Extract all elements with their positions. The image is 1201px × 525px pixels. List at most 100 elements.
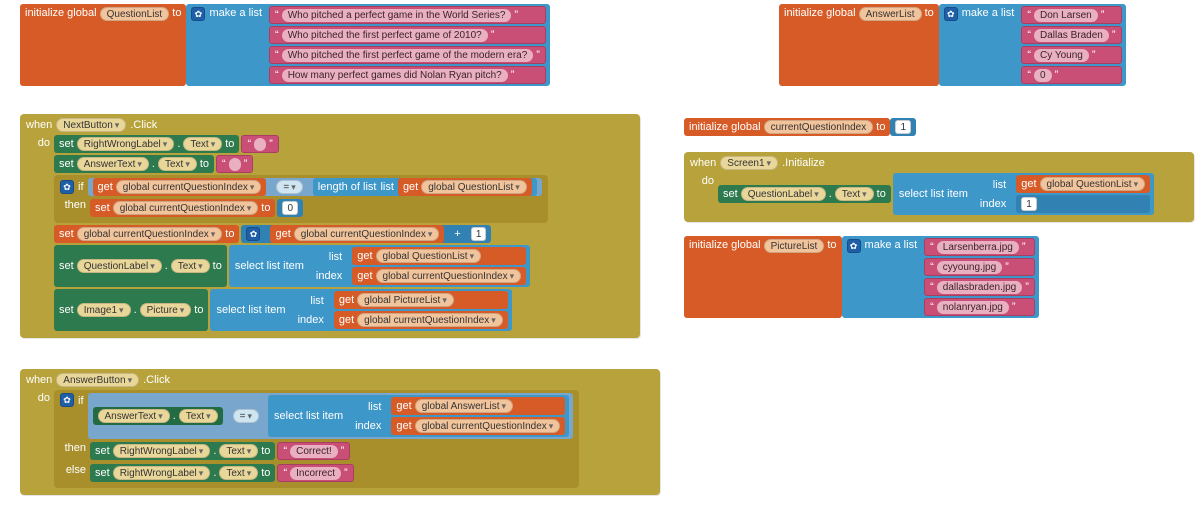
init-global-answerlist[interactable]: initialize global AnswerList to xyxy=(779,4,939,86)
get-global-picturelist[interactable]: get global PictureList xyxy=(334,291,508,309)
get-cqi[interactable]: get global currentQuestionIndex xyxy=(334,311,508,329)
component-questionlabel[interactable]: QuestionLabel xyxy=(77,259,162,273)
op-equals[interactable]: = xyxy=(233,409,259,423)
init-global-cqi[interactable]: initialize global currentQuestionIndex t… xyxy=(684,118,890,136)
init-global-questionlist[interactable]: initialize global QuestionList to xyxy=(20,4,186,86)
get-global-answerlist[interactable]: get global AnswerList xyxy=(391,397,565,415)
get-answertext-text[interactable]: AnswerText . Text xyxy=(93,407,223,425)
gear-icon[interactable] xyxy=(60,180,74,194)
if-else-block[interactable]: if AnswerText . Text = xyxy=(54,390,579,488)
set-answertext-text[interactable]: set AnswerText . Text to xyxy=(54,155,214,173)
var-ref[interactable]: global currentQuestionIndex xyxy=(294,227,440,241)
kw-to: to xyxy=(261,202,270,214)
list-item[interactable]: “Don Larsen” xyxy=(1021,6,1121,24)
set-image1-picture[interactable]: set Image1 . Picture to xyxy=(54,289,208,331)
number-block[interactable]: 0 xyxy=(277,199,303,217)
get-cqi[interactable]: get global currentQuestionIndex xyxy=(391,417,565,435)
var-ref[interactable]: global currentQuestionIndex xyxy=(116,180,262,194)
when-nextbutton-click[interactable]: when NextButton .Click do set RightWrong… xyxy=(20,114,640,338)
get-global-questionlist[interactable]: get global QuestionList xyxy=(352,247,526,265)
when-answerbutton-click[interactable]: when AnswerButton .Click do if AnswerTex… xyxy=(20,369,660,495)
set-questionlabel-text[interactable]: set QuestionLabel . Text to xyxy=(54,245,227,287)
prop-text[interactable]: Text xyxy=(835,187,874,201)
list-item[interactable]: “Dallas Braden” xyxy=(1021,26,1121,44)
list-item[interactable]: “nolanryan.jpg” xyxy=(924,298,1035,316)
var-ref[interactable]: global QuestionList xyxy=(376,249,482,263)
prop-text[interactable]: Text xyxy=(183,137,222,151)
text-literal-correct[interactable]: “Correct!” xyxy=(277,442,350,460)
select-list-item[interactable]: select list item list index get global Q… xyxy=(893,173,1154,215)
var-ref[interactable]: global currentQuestionIndex xyxy=(113,201,259,215)
component-answertext[interactable]: AnswerText xyxy=(98,409,170,423)
gear-icon[interactable] xyxy=(191,7,205,21)
set-rightwronglabel-text[interactable]: set RightWrongLabel . Text to xyxy=(90,464,275,482)
length-of-list[interactable]: length of list list get global QuestionL… xyxy=(313,178,537,196)
equals-block[interactable]: AnswerText . Text = select list item xyxy=(88,393,574,439)
make-a-list-block[interactable]: make a list xyxy=(842,236,923,318)
set-cqi[interactable]: set global currentQuestionIndex to xyxy=(90,199,275,217)
prop-text[interactable]: Text xyxy=(219,466,258,480)
component-nextbutton[interactable]: NextButton xyxy=(56,118,126,132)
list-item[interactable]: “Cy Young” xyxy=(1021,46,1121,64)
prop-text[interactable]: Text xyxy=(219,444,258,458)
list-item[interactable]: “Larsenberra.jpg” xyxy=(924,238,1035,256)
list-item[interactable]: “cyyoung.jpg” xyxy=(924,258,1035,276)
if-block[interactable]: if get global currentQuestionIndex = xyxy=(54,175,548,223)
component-rightwronglabel[interactable]: RightWrongLabel xyxy=(77,137,175,151)
get-global-questionlist[interactable]: get global QuestionList xyxy=(398,178,532,196)
gear-icon[interactable] xyxy=(944,7,958,21)
select-list-item[interactable]: select list item list index get global xyxy=(268,395,569,437)
make-a-list-block[interactable]: make a list xyxy=(939,4,1020,86)
component-rightwronglabel[interactable]: RightWrongLabel xyxy=(113,444,211,458)
var-ref[interactable]: global currentQuestionIndex xyxy=(357,313,503,327)
get-global-questionlist[interactable]: get global QuestionList xyxy=(1016,175,1150,193)
select-list-item[interactable]: select list item list index get global P… xyxy=(210,289,511,331)
set-cqi[interactable]: set global currentQuestionIndex to xyxy=(54,225,239,243)
gear-icon[interactable] xyxy=(246,227,260,241)
component-questionlabel[interactable]: QuestionLabel xyxy=(741,187,826,201)
var-ref[interactable]: global QuestionList xyxy=(421,180,527,194)
list-item[interactable]: “Who pitched a perfect game in the World… xyxy=(269,6,546,24)
prop-text[interactable]: Text xyxy=(158,157,197,171)
component-answerbutton[interactable]: AnswerButton xyxy=(56,373,139,387)
list-item[interactable]: “dallasbraden.jpg” xyxy=(924,278,1035,296)
kw-do: do xyxy=(20,135,54,149)
component-screen1[interactable]: Screen1 xyxy=(720,156,778,170)
text-literal-incorrect[interactable]: “Incorrect” xyxy=(277,464,353,482)
list-item[interactable]: “Who pitched the first perfect game of t… xyxy=(269,46,546,64)
component-answertext[interactable]: AnswerText xyxy=(77,157,149,171)
plus-block[interactable]: get global currentQuestionIndex + 1 xyxy=(241,225,491,243)
set-questionlabel-text[interactable]: set QuestionLabel . Text to xyxy=(718,185,891,203)
equals-block[interactable]: get global currentQuestionIndex = length… xyxy=(88,178,542,196)
op-equals[interactable]: = xyxy=(276,180,302,194)
var-ref[interactable]: global PictureList xyxy=(357,293,454,307)
set-rightwronglabel-text[interactable]: set RightWrongLabel . Text to xyxy=(90,442,275,460)
number-block[interactable]: 1 xyxy=(1016,195,1150,213)
get-cqi[interactable]: get global currentQuestionIndex xyxy=(270,225,444,243)
set-rightwronglabel-text[interactable]: set RightWrongLabel . Text to xyxy=(54,135,239,153)
var-ref[interactable]: global currentQuestionIndex xyxy=(77,227,223,241)
init-global-picturelist[interactable]: initialize global PictureList to xyxy=(684,236,842,318)
select-list-item[interactable]: select list item list index get global Q… xyxy=(229,245,530,287)
list-item[interactable]: “How many perfect games did Nolan Ryan p… xyxy=(269,66,546,84)
var-ref[interactable]: global AnswerList xyxy=(415,399,513,413)
list-item[interactable]: “Who pitched the first perfect game of 2… xyxy=(269,26,546,44)
when-screen1-initialize[interactable]: when Screen1 .Initialize do set Question… xyxy=(684,152,1194,222)
var-ref[interactable]: global currentQuestionIndex xyxy=(376,269,522,283)
var-ref[interactable]: global currentQuestionIndex xyxy=(415,419,561,433)
text-literal-empty[interactable]: “” xyxy=(216,155,253,173)
get-cqi[interactable]: get global currentQuestionIndex xyxy=(352,267,526,285)
prop-text[interactable]: Text xyxy=(171,259,210,273)
make-a-list-block[interactable]: make a list xyxy=(186,4,267,86)
component-image1[interactable]: Image1 xyxy=(77,303,131,317)
number-block[interactable]: 1 xyxy=(890,118,916,136)
prop-picture[interactable]: Picture xyxy=(140,303,192,317)
get-cqi[interactable]: get global currentQuestionIndex xyxy=(93,178,267,196)
gear-icon[interactable] xyxy=(60,393,74,407)
var-ref[interactable]: global QuestionList xyxy=(1040,177,1146,191)
list-item[interactable]: “0” xyxy=(1021,66,1121,84)
component-rightwronglabel[interactable]: RightWrongLabel xyxy=(113,466,211,480)
gear-icon[interactable] xyxy=(847,239,861,253)
prop-text[interactable]: Text xyxy=(179,409,218,423)
text-literal-empty[interactable]: “” xyxy=(241,135,278,153)
